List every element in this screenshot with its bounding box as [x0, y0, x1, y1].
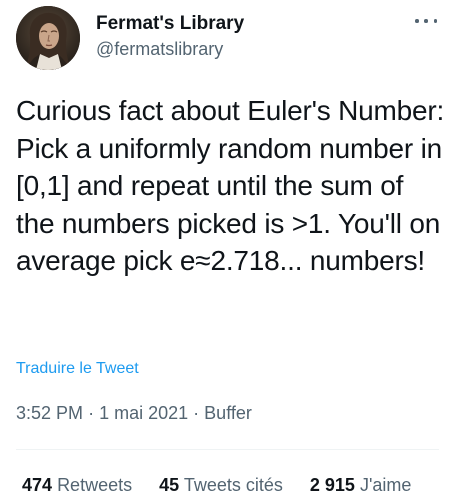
tweet-stats: 474 Retweets 45 Tweets cités 2 915 J'aim… [22, 475, 438, 496]
tweet-date[interactable]: 1 mai 2021 [99, 403, 188, 423]
user-names: Fermat's Library @fermatslibrary [96, 12, 244, 61]
more-horizontal-icon[interactable] [415, 14, 437, 28]
tweet-source[interactable]: Buffer [204, 403, 252, 423]
avatar-portrait-icon [16, 6, 80, 70]
tweet: Fermat's Library @fermatslibrary Curious… [0, 0, 451, 502]
retweets-label: Retweets [57, 475, 133, 495]
user-handle[interactable]: @fermatslibrary [96, 37, 244, 61]
translate-tweet-link[interactable]: Traduire le Tweet [16, 360, 139, 378]
quote-tweets-count: 45 [159, 475, 180, 495]
avatar[interactable] [16, 6, 80, 70]
dot [424, 19, 428, 23]
retweets-stat[interactable]: 474 Retweets [22, 475, 132, 496]
tweet-time[interactable]: 3:52 PM [16, 403, 83, 423]
divider [16, 449, 439, 450]
likes-stat[interactable]: 2 915 J'aime [310, 475, 412, 496]
likes-count: 2 915 [309, 475, 355, 495]
separator: · [193, 403, 200, 423]
tweet-header: Fermat's Library @fermatslibrary [16, 6, 441, 70]
separator: · [88, 403, 95, 423]
tweet-text: Curious fact about Euler's Number: Pick … [16, 95, 445, 276]
display-name[interactable]: Fermat's Library [96, 12, 244, 36]
quote-tweets-stat[interactable]: 45 Tweets cités [159, 475, 283, 496]
tweet-meta: 3:52 PM · 1 mai 2021 · Buffer [16, 403, 252, 424]
dot [415, 19, 419, 23]
quote-tweets-label: Tweets cités [183, 475, 283, 495]
dot [433, 19, 437, 23]
likes-label: J'aime [359, 475, 412, 495]
retweets-count: 474 [22, 475, 53, 495]
